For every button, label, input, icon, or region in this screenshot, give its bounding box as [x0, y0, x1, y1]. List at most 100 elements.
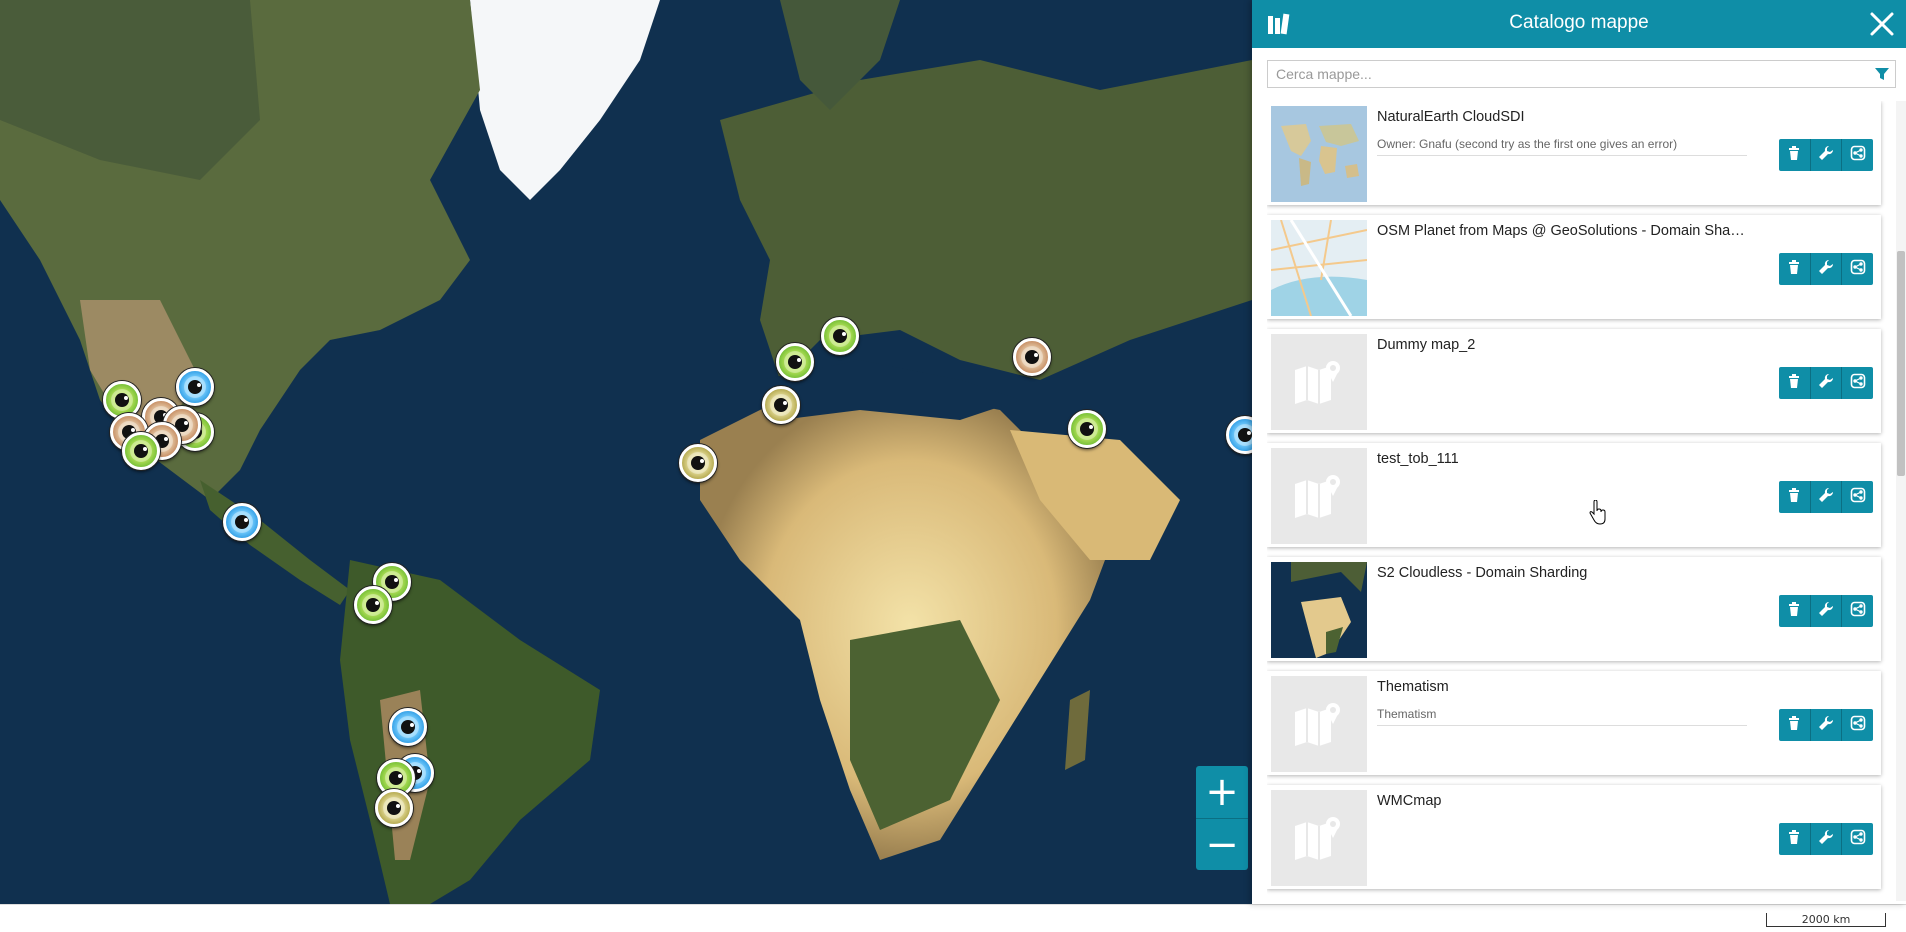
wrench-icon: [1818, 487, 1834, 507]
map-card-description: Owner: Gnafu (second try as the first on…: [1377, 137, 1747, 156]
share-icon: [1850, 373, 1866, 393]
delete-button[interactable]: [1779, 253, 1811, 285]
panel-title: Catalogo mappe: [1509, 12, 1649, 33]
map-card-title[interactable]: NaturalEarth CloudSDI: [1377, 109, 1747, 125]
map-marker[interactable]: [223, 503, 261, 541]
edit-button[interactable]: [1811, 367, 1843, 399]
share-icon: [1850, 715, 1866, 735]
panel-header: Catalogo mappe: [1252, 0, 1906, 48]
map-card-title[interactable]: OSM Planet from Maps @ GeoSolutions - Do…: [1377, 223, 1747, 239]
close-icon[interactable]: [1864, 6, 1900, 42]
share-button[interactable]: [1842, 823, 1873, 855]
map-card-actions: [1779, 367, 1873, 399]
scale-bar: 2000 km: [1766, 913, 1886, 927]
delete-button[interactable]: [1779, 595, 1811, 627]
delete-icon: [1786, 145, 1802, 165]
wrench-icon: [1818, 259, 1834, 279]
wrench-icon: [1818, 145, 1834, 165]
map-marker[interactable]: [389, 708, 427, 746]
share-icon: [1850, 259, 1866, 279]
scrollbar-thumb[interactable]: [1897, 251, 1905, 476]
map-thumbnail[interactable]: [1271, 106, 1367, 202]
edit-button[interactable]: [1811, 253, 1843, 285]
map-marker[interactable]: [375, 789, 413, 827]
map-marker[interactable]: [821, 317, 859, 355]
map-list: NaturalEarth CloudSDI Owner: Gnafu (secon…: [1267, 101, 1887, 901]
map-card[interactable]: S2 Cloudless - Domain Sharding: [1267, 557, 1881, 661]
map-card-title[interactable]: test_tob_111: [1377, 451, 1747, 467]
map-card[interactable]: OSM Planet from Maps @ GeoSolutions - Do…: [1267, 215, 1881, 319]
map-marker[interactable]: [1013, 338, 1051, 376]
delete-button[interactable]: [1779, 367, 1811, 399]
map-card[interactable]: NaturalEarth CloudSDI Owner: Gnafu (secon…: [1267, 101, 1881, 205]
delete-button[interactable]: [1779, 481, 1811, 513]
map-card-title[interactable]: WMCmap: [1377, 793, 1747, 809]
delete-button[interactable]: [1779, 139, 1811, 171]
zoom-out-button[interactable]: −: [1196, 819, 1248, 871]
scrollbar[interactable]: [1896, 101, 1906, 901]
map-marker[interactable]: [354, 586, 392, 624]
edit-button[interactable]: [1811, 595, 1843, 627]
share-icon: [1850, 145, 1866, 165]
share-icon: [1850, 601, 1866, 621]
map-thumbnail[interactable]: [1271, 790, 1367, 886]
share-icon: [1850, 487, 1866, 507]
map-card-actions: [1779, 481, 1873, 513]
wrench-icon: [1818, 829, 1834, 849]
share-button[interactable]: [1842, 367, 1873, 399]
map-marker[interactable]: [776, 343, 814, 381]
delete-icon: [1786, 487, 1802, 507]
map-card[interactable]: WMCmap: [1267, 785, 1881, 889]
map-card[interactable]: test_tob_111: [1267, 443, 1881, 547]
map-viewport[interactable]: + −: [0, 0, 1252, 904]
edit-button[interactable]: [1811, 139, 1843, 171]
share-button[interactable]: [1842, 139, 1873, 171]
pointer-cursor-icon: [1589, 500, 1606, 525]
zoom-in-button[interactable]: +: [1196, 766, 1248, 818]
map-card-actions: [1779, 253, 1873, 285]
share-button[interactable]: [1842, 709, 1873, 741]
map-thumbnail[interactable]: [1271, 220, 1367, 316]
search-bar: [1267, 60, 1896, 88]
delete-button[interactable]: [1779, 709, 1811, 741]
map-marker[interactable]: [762, 386, 800, 424]
map-marker[interactable]: [1068, 410, 1106, 448]
wrench-icon: [1818, 373, 1834, 393]
map-thumbnail[interactable]: [1271, 334, 1367, 430]
map-thumbnail[interactable]: [1271, 448, 1367, 544]
map-catalog-panel: Catalogo mappe NaturalEarth CloudSDI Owne…: [1252, 0, 1906, 904]
delete-icon: [1786, 373, 1802, 393]
edit-button[interactable]: [1811, 823, 1843, 855]
delete-button[interactable]: [1779, 823, 1811, 855]
map-thumbnail[interactable]: [1271, 676, 1367, 772]
map-card[interactable]: Dummy map_2: [1267, 329, 1881, 433]
map-card-actions: [1779, 595, 1873, 627]
wrench-icon: [1818, 601, 1834, 621]
map-card-description: Thematism: [1377, 707, 1747, 726]
map-marker[interactable]: [122, 432, 160, 470]
map-card-title[interactable]: S2 Cloudless - Domain Sharding: [1377, 565, 1747, 581]
satellite-basemap: [0, 0, 1252, 904]
search-input[interactable]: [1267, 60, 1896, 88]
share-icon: [1850, 829, 1866, 849]
map-thumbnail[interactable]: [1271, 562, 1367, 658]
delete-icon: [1786, 601, 1802, 621]
delete-icon: [1786, 829, 1802, 849]
filter-icon[interactable]: [1874, 66, 1890, 82]
edit-button[interactable]: [1811, 481, 1843, 513]
zoom-control: + −: [1196, 766, 1248, 870]
share-button[interactable]: [1842, 253, 1873, 285]
share-button[interactable]: [1842, 595, 1873, 627]
map-card-actions: [1779, 823, 1873, 855]
delete-icon: [1786, 715, 1802, 735]
map-footer: 2000 km: [0, 904, 1906, 932]
map-card-title[interactable]: Dummy map_2: [1377, 337, 1747, 353]
map-marker[interactable]: [176, 368, 214, 406]
edit-button[interactable]: [1811, 709, 1843, 741]
wrench-icon: [1818, 715, 1834, 735]
share-button[interactable]: [1842, 481, 1873, 513]
map-card-title[interactable]: Thematism: [1377, 679, 1747, 695]
map-card-actions: [1779, 139, 1873, 171]
map-marker[interactable]: [679, 444, 717, 482]
map-card[interactable]: Thematism Thematism: [1267, 671, 1881, 775]
